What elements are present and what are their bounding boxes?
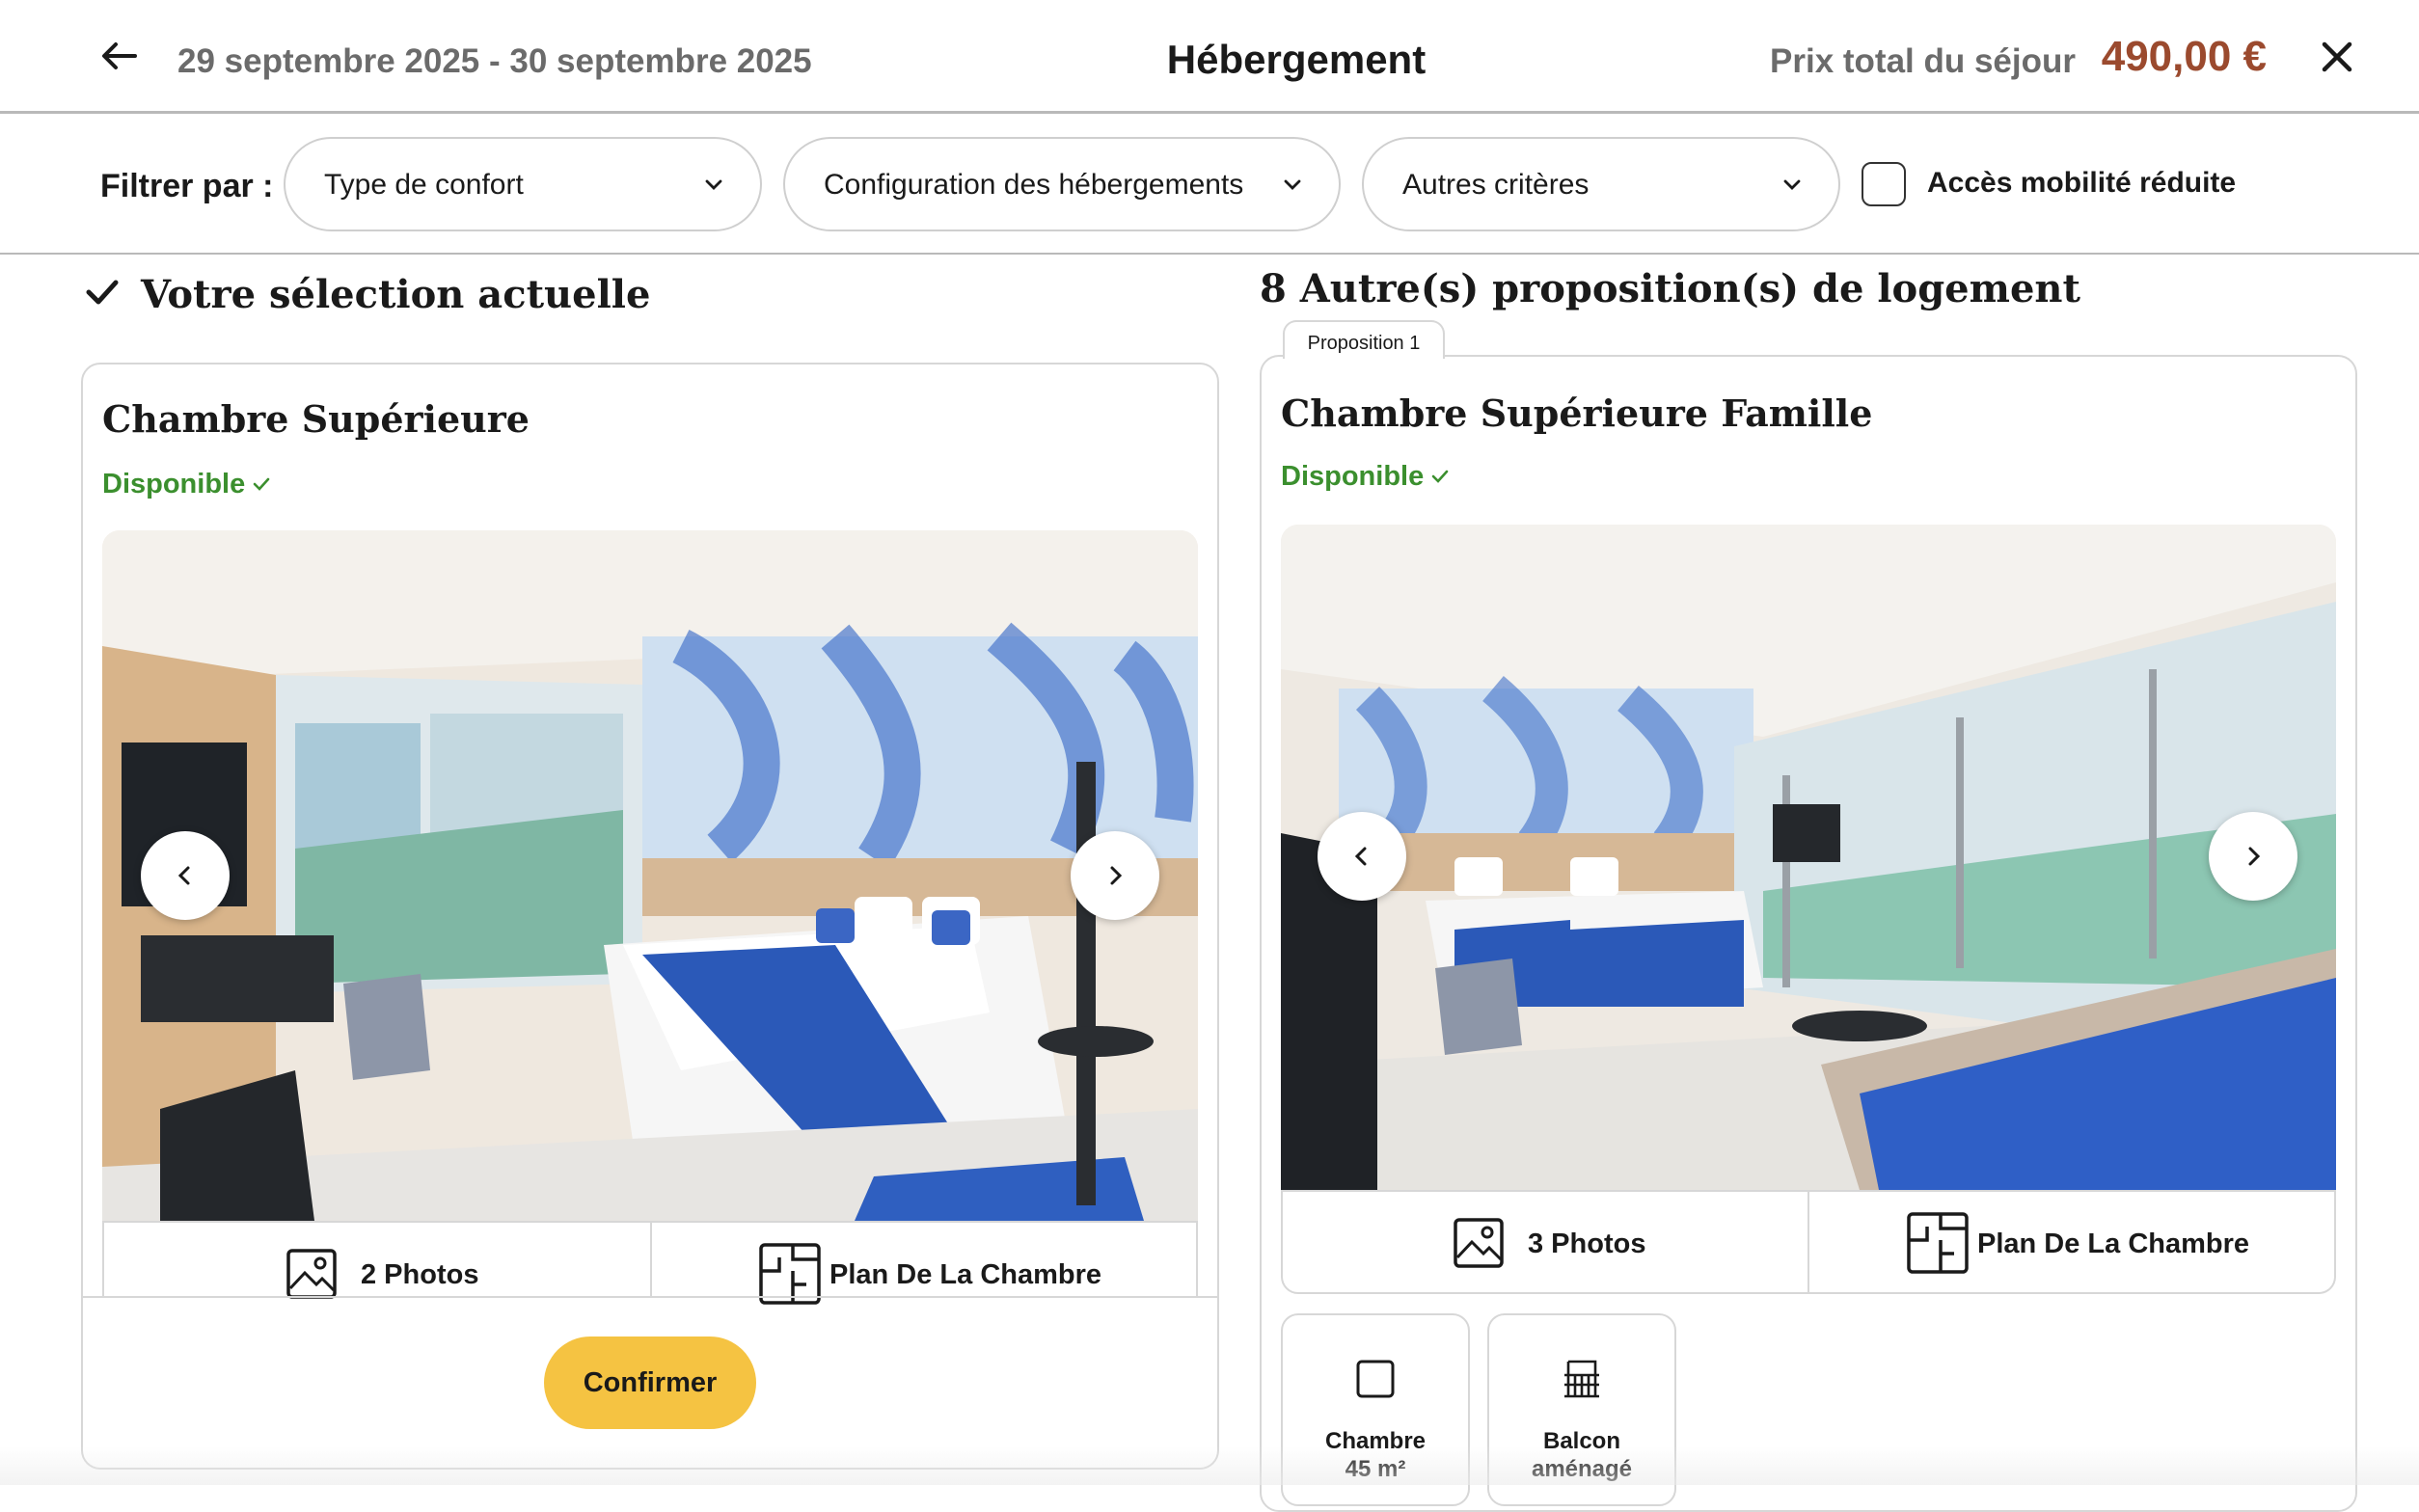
reduced-mobility-checkbox[interactable] <box>1862 162 1906 206</box>
next-photo-button[interactable] <box>2209 812 2297 901</box>
chevron-down-icon <box>1783 179 1801 190</box>
amenity-room-size: Chambre 45 m² <box>1281 1313 1470 1506</box>
balcony-icon <box>1564 1360 1599 1398</box>
room-photo <box>102 530 1198 1221</box>
amenity-line1: Chambre <box>1324 1428 1427 1454</box>
dropdown-accommodation-config[interactable]: Configuration des hébergements <box>783 137 1341 231</box>
chevron-right-icon <box>2248 847 2261 866</box>
image-icon <box>1454 1218 1504 1268</box>
chevron-down-icon <box>705 179 722 190</box>
floor-plan-icon <box>1907 1212 1969 1274</box>
other-proposals-heading: 8 Autre(s) proposition(s) de logement <box>1260 266 2080 311</box>
previous-photo-button[interactable] <box>1318 812 1406 901</box>
next-photo-button[interactable] <box>1071 831 1159 920</box>
total-price-value: 490,00 € <box>2101 33 2267 80</box>
check-icon <box>253 477 270 491</box>
photos-count-label: 2 Photos <box>361 1259 479 1290</box>
chevron-left-icon <box>177 866 190 885</box>
chevron-left-icon <box>1354 847 1367 866</box>
tab-proposal-1[interactable]: Proposition 1 <box>1283 320 1445 359</box>
room-plan-button[interactable]: Plan De La Chambre <box>650 1221 1198 1305</box>
dropdown-label: Configuration des hébergements <box>824 169 1244 201</box>
photos-button[interactable]: 2 Photos <box>102 1221 652 1299</box>
card-divider <box>81 1296 1219 1298</box>
room-plan-label: Plan De La Chambre <box>829 1259 1102 1290</box>
room-title: Chambre Supérieure <box>102 397 530 441</box>
availability-status: Disponible <box>1281 461 1451 493</box>
current-selection-heading: Votre sélection actuelle <box>83 272 650 317</box>
dropdown-other-criteria[interactable]: Autres critères <box>1362 137 1840 231</box>
amenity-line1: Balcon <box>1542 1428 1620 1454</box>
filter-label: Filtrer par : <box>100 168 274 204</box>
room-size-icon <box>1356 1360 1395 1398</box>
check-icon <box>1431 470 1449 483</box>
reduced-mobility-label[interactable]: Accès mobilité réduite <box>1927 167 2236 200</box>
room-title: Chambre Supérieure Famille <box>1281 392 1873 435</box>
room-plan-button[interactable]: Plan De La Chambre <box>1807 1190 2336 1294</box>
availability-status: Disponible <box>102 469 272 500</box>
section-title: Votre sélection actuelle <box>141 272 651 317</box>
dropdown-label: Type de confort <box>324 169 524 201</box>
close-icon <box>2322 41 2352 72</box>
confirm-button[interactable]: Confirmer <box>544 1336 756 1429</box>
chevron-down-icon <box>1284 179 1301 190</box>
photos-count-label: 3 Photos <box>1528 1228 1646 1259</box>
dropdown-comfort-type[interactable]: Type de confort <box>284 137 762 231</box>
total-price-label: Prix total du séjour <box>1770 42 2076 80</box>
dropdown-label: Autres critères <box>1402 169 1590 201</box>
close-button[interactable] <box>2317 37 2357 77</box>
amenity-balcony: Balcon aménagé <box>1487 1313 1676 1506</box>
previous-photo-button[interactable] <box>141 831 230 920</box>
filter-bar: Filtrer par : Type de confort Configurat… <box>0 114 2419 255</box>
availability-label: Disponible <box>102 469 246 500</box>
header: 29 septembre 2025 - 30 septembre 2025 Hé… <box>0 0 2419 114</box>
availability-label: Disponible <box>1281 461 1425 492</box>
room-photo <box>1281 525 2336 1190</box>
room-plan-label: Plan De La Chambre <box>1977 1228 2250 1259</box>
chevron-right-icon <box>1110 866 1123 885</box>
image-icon <box>286 1249 337 1299</box>
amenity-line2: aménagé <box>1531 1456 1633 1482</box>
photos-button[interactable]: 3 Photos <box>1281 1190 1809 1294</box>
amenity-line2: 45 m² <box>1345 1456 1406 1482</box>
check-icon <box>86 280 119 305</box>
